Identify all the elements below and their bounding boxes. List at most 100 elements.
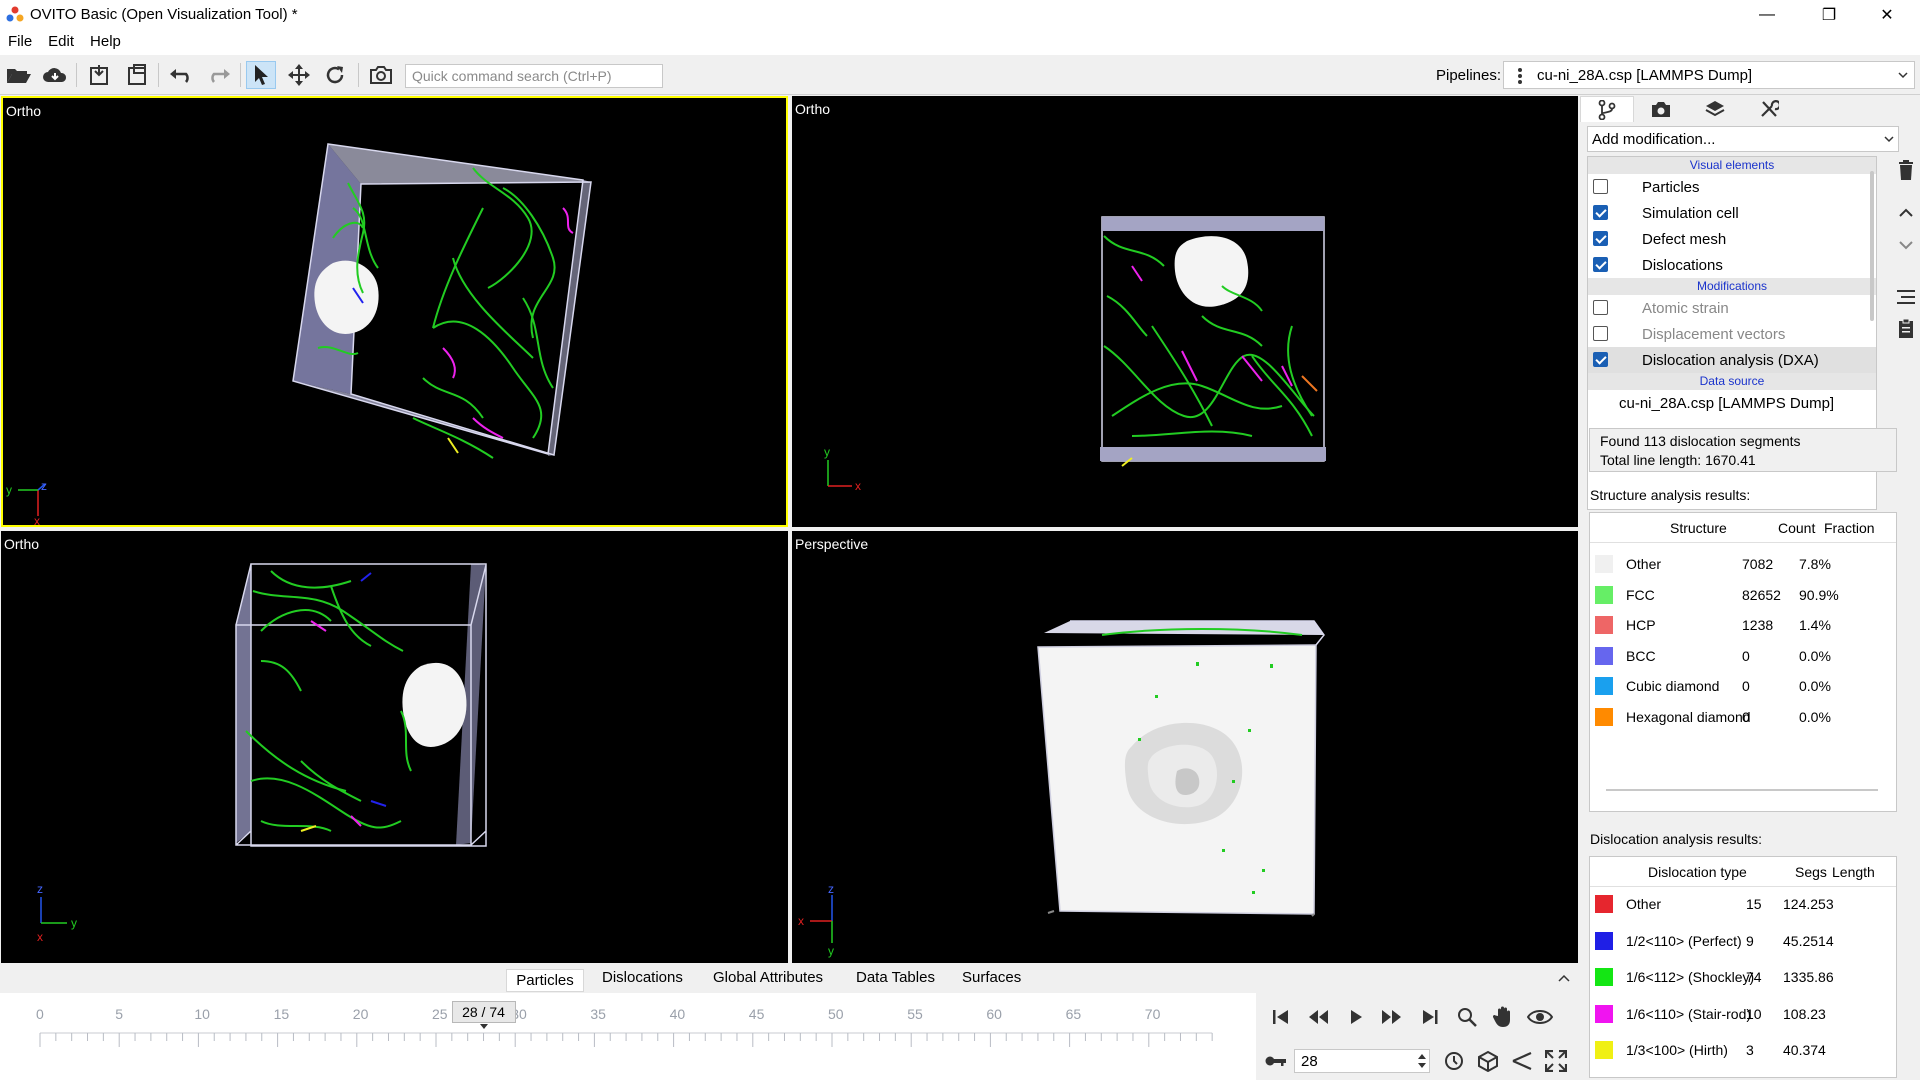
chevron-up-icon[interactable] xyxy=(1558,974,1570,982)
tab-dislocations[interactable]: Dislocations xyxy=(602,969,683,986)
orbit-mode-button[interactable] xyxy=(320,61,350,89)
dislocation-row[interactable]: 1/6<110> (Stair-rod) 10 108.23 xyxy=(1590,999,1896,1029)
dislocation-row[interactable]: Other 15 124.253 xyxy=(1590,889,1896,919)
structure-row[interactable]: Other 7082 7.8% xyxy=(1590,549,1896,579)
tab-surfaces[interactable]: Surfaces xyxy=(962,969,1021,986)
move-up-button[interactable] xyxy=(1892,199,1920,227)
minimize-button[interactable]: — xyxy=(1744,0,1790,29)
color-swatch[interactable] xyxy=(1595,555,1613,573)
col-segs[interactable]: Segs xyxy=(1795,864,1827,880)
horizontal-scrollbar[interactable] xyxy=(1606,789,1878,791)
close-button[interactable]: ✕ xyxy=(1864,0,1910,29)
visibility-checkbox[interactable] xyxy=(1593,231,1608,246)
manage-modifiers-button[interactable] xyxy=(1892,283,1920,311)
menu-help[interactable]: Help xyxy=(82,29,129,50)
maximize-viewport-button[interactable] xyxy=(1540,1045,1572,1077)
save-session-button[interactable] xyxy=(122,61,152,89)
redo-button[interactable] xyxy=(204,61,234,89)
pipeline-item-dislocations[interactable]: Dislocations xyxy=(1588,252,1876,278)
orbit-view-button[interactable] xyxy=(1524,1001,1556,1033)
color-swatch[interactable] xyxy=(1595,646,1613,665)
color-swatch[interactable] xyxy=(1595,616,1613,634)
pipeline-item-data-source[interactable]: cu-ni_28A.csp [LAMMPS Dump] xyxy=(1588,390,1876,416)
visibility-checkbox[interactable] xyxy=(1593,205,1608,220)
previous-frame-button[interactable] xyxy=(1302,1001,1334,1033)
pipeline-item-particles[interactable]: Particles xyxy=(1588,174,1876,200)
pipeline-item-defect-mesh[interactable]: Defect mesh xyxy=(1588,226,1876,252)
col-dislocation-type[interactable]: Dislocation type xyxy=(1648,864,1747,880)
color-swatch[interactable] xyxy=(1595,968,1613,986)
color-swatch[interactable] xyxy=(1595,895,1613,913)
list-scrollbar[interactable] xyxy=(1870,171,1874,321)
delete-modifier-button[interactable] xyxy=(1892,156,1920,184)
add-modification-dropdown[interactable]: Add modification... xyxy=(1587,126,1899,152)
pipeline-select[interactable]: cu-ni_28A.csp [LAMMPS Dump] xyxy=(1503,61,1915,89)
animation-timeline[interactable]: 0 5 10 15 20 25 30 35 40 45 50 55 60 65 70 28 / 74 xyxy=(0,993,1256,1080)
menu-edit[interactable]: Edit xyxy=(40,29,82,50)
enable-checkbox[interactable] xyxy=(1593,300,1608,315)
structure-row[interactable]: Hexagonal diamond 0 0.0% xyxy=(1590,702,1896,732)
dislocation-results-table[interactable]: Dislocation type Segs Length Other 15 124.… xyxy=(1589,856,1897,1078)
enable-checkbox[interactable] xyxy=(1593,352,1608,367)
dislocation-row[interactable]: 1/2<110> (Perfect) 9 45.2514 xyxy=(1590,926,1896,956)
structure-results-table[interactable]: Structure Count Fraction Other 7082 7.8% FC… xyxy=(1589,512,1897,812)
structure-row[interactable]: BCC 0 0.0% xyxy=(1590,641,1896,671)
zoom-button[interactable] xyxy=(1451,1001,1483,1033)
animation-settings-button[interactable] xyxy=(1438,1045,1470,1077)
undo-button[interactable] xyxy=(166,61,196,89)
tab-global-attributes[interactable]: Global Attributes xyxy=(713,969,823,986)
open-file-button[interactable] xyxy=(4,61,34,89)
import-button[interactable] xyxy=(84,61,114,89)
clipboard-button[interactable] xyxy=(1892,314,1920,342)
tab-utilities[interactable] xyxy=(1742,96,1796,122)
viewport-top-left[interactable]: Ortho y z x xyxy=(1,96,788,527)
load-remote-button[interactable] xyxy=(40,61,70,89)
goto-end-button[interactable] xyxy=(1414,1001,1446,1033)
next-frame-button[interactable] xyxy=(1376,1001,1408,1033)
structure-row[interactable]: Cubic diamond 0 0.0% xyxy=(1590,671,1896,701)
time-slider-thumb[interactable]: 28 / 74 xyxy=(451,1001,516,1023)
animation-mode-toggle[interactable] xyxy=(1260,1045,1292,1077)
menu-file[interactable]: File xyxy=(0,29,40,50)
tab-overlays[interactable] xyxy=(1688,96,1742,122)
col-structure[interactable]: Structure xyxy=(1670,520,1727,536)
col-length[interactable]: Length xyxy=(1832,864,1875,880)
col-fraction[interactable]: Fraction xyxy=(1824,520,1875,536)
structure-row[interactable]: FCC 82652 90.9% xyxy=(1590,580,1896,610)
tab-particles[interactable]: Particles xyxy=(506,969,584,992)
spinner-arrows-icon[interactable] xyxy=(1417,1051,1427,1071)
fov-button[interactable] xyxy=(1506,1045,1538,1077)
quick-command-search[interactable]: Quick command search (Ctrl+P) xyxy=(405,64,663,88)
color-swatch[interactable] xyxy=(1595,677,1613,695)
pipeline-item-displacement-vectors[interactable]: Displacement vectors xyxy=(1588,321,1876,347)
pan-button[interactable] xyxy=(1487,1001,1519,1033)
enable-checkbox[interactable] xyxy=(1593,326,1608,341)
move-down-button[interactable] xyxy=(1892,231,1920,259)
dislocation-row[interactable]: 1/3<100> (Hirth) 3 40.374 xyxy=(1590,1035,1896,1065)
color-swatch[interactable] xyxy=(1595,1004,1613,1023)
viewport-bottom-left[interactable]: Ortho z y x xyxy=(1,531,788,963)
color-swatch[interactable] xyxy=(1595,931,1613,950)
frame-spinner[interactable]: 28 xyxy=(1294,1049,1430,1073)
tab-data-tables[interactable]: Data Tables xyxy=(856,969,935,986)
render-button[interactable] xyxy=(366,61,396,89)
play-button[interactable] xyxy=(1340,1001,1372,1033)
maximize-button[interactable]: ❐ xyxy=(1806,0,1852,29)
viewport-bottom-right[interactable]: Perspective z x y xyxy=(792,531,1578,963)
pipeline-item-atomic-strain[interactable]: Atomic strain xyxy=(1588,295,1876,321)
pipeline-item-dxa[interactable]: Dislocation analysis (DXA) xyxy=(1588,347,1876,373)
visibility-checkbox[interactable] xyxy=(1593,179,1608,194)
goto-start-button[interactable] xyxy=(1265,1001,1297,1033)
dislocation-row[interactable]: 1/6<112> (Shockley) 74 1335.86 xyxy=(1590,962,1896,992)
pan-mode-button[interactable] xyxy=(284,61,314,89)
col-count[interactable]: Count xyxy=(1778,520,1815,536)
viewport-top-right[interactable]: Ortho y x xyxy=(792,96,1578,527)
zoom-scene-extents-button[interactable] xyxy=(1472,1045,1504,1077)
tab-pipeline[interactable] xyxy=(1580,96,1634,122)
color-swatch[interactable] xyxy=(1595,707,1613,726)
color-swatch[interactable] xyxy=(1595,1041,1613,1059)
pipeline-item-simulation-cell[interactable]: Simulation cell xyxy=(1588,200,1876,226)
tab-render[interactable] xyxy=(1634,96,1688,122)
selection-mode-button[interactable] xyxy=(246,61,276,89)
structure-row[interactable]: HCP 1238 1.4% xyxy=(1590,610,1896,640)
